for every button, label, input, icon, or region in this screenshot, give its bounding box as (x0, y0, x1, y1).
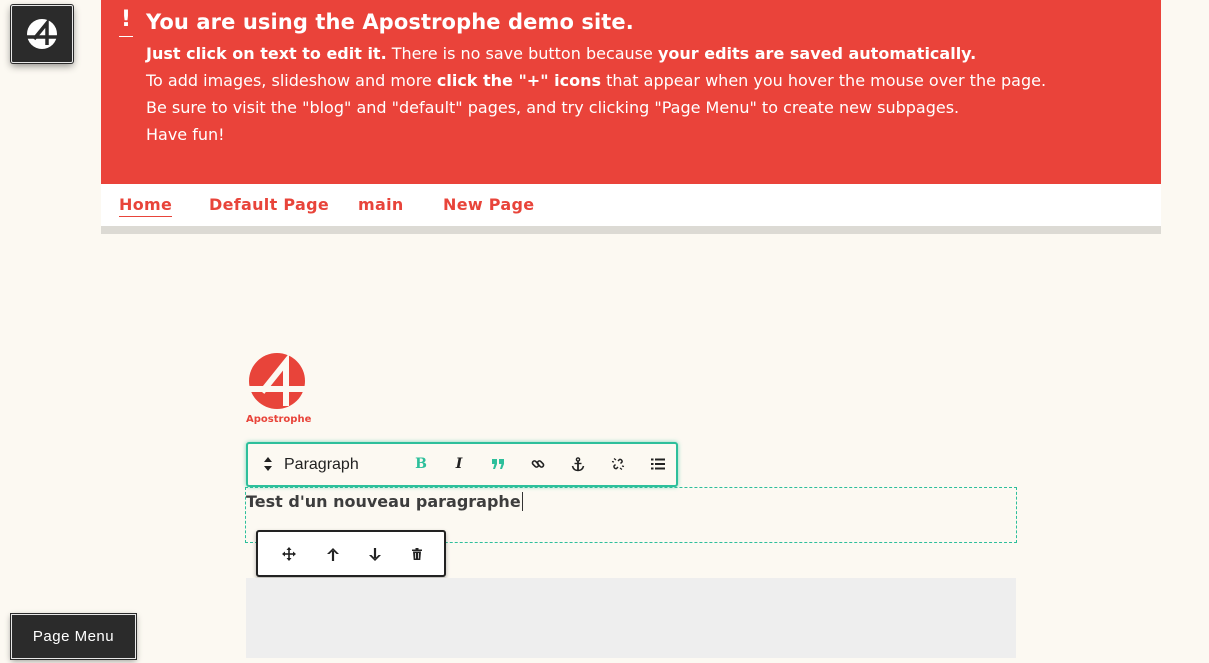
bold-icon: B (415, 456, 427, 472)
logo-text: Apostrophe (246, 414, 312, 425)
paragraph-text[interactable]: Test d'un nouveau paragraphe (246, 492, 523, 511)
demo-banner: ! You are using the Apostrophe demo site… (101, 0, 1161, 184)
link-button[interactable] (526, 452, 550, 476)
bold-button[interactable]: B (409, 452, 433, 476)
arrow-down-icon (369, 547, 381, 561)
banner-line-4: Have fun! (146, 125, 225, 144)
unlink-icon (611, 458, 625, 470)
arrow-up-icon (327, 547, 339, 561)
admin-logo-button[interactable] (11, 5, 73, 63)
move-up-button[interactable] (321, 542, 345, 566)
nav-item-new-page[interactable]: New Page (443, 195, 534, 216)
alert-icon: ! (119, 6, 133, 37)
nav-item-main[interactable]: main (358, 195, 404, 216)
delete-button[interactable] (405, 542, 429, 566)
nav-item-home[interactable]: Home (119, 195, 173, 217)
italic-button[interactable]: I (447, 452, 471, 476)
bullet-list-button[interactable] (646, 452, 670, 476)
banner-text: Just click on text to edit it. There is … (146, 40, 1146, 148)
widget-placeholder-area (246, 578, 1016, 658)
text-caret (521, 492, 523, 511)
banner-line-3: Be sure to visit the "blog" and "default… (146, 98, 960, 117)
sort-icon[interactable] (262, 455, 274, 473)
blockquote-button[interactable] (486, 452, 510, 476)
move-button[interactable] (277, 542, 301, 566)
move-down-button[interactable] (363, 542, 387, 566)
site-logo[interactable]: Apostrophe (246, 352, 312, 430)
apostrophe-logo-icon (249, 353, 306, 409)
nav-item-default-page[interactable]: Default Page (209, 195, 329, 216)
link-icon (531, 460, 545, 468)
anchor-button[interactable] (566, 452, 590, 476)
trash-icon (412, 548, 422, 560)
banner-line-2: To add images, slideshow and more click … (146, 71, 1047, 90)
banner-line-1: Just click on text to edit it. There is … (146, 44, 977, 63)
page-menu-button[interactable]: Page Menu (11, 614, 136, 659)
rich-text-toolbar: Paragraph B I (246, 442, 678, 487)
italic-icon: I (455, 456, 463, 472)
main-nav: Home Default Page main New Page (101, 184, 1161, 234)
anchor-icon (571, 456, 585, 471)
bullet-list-icon (651, 458, 665, 470)
apostrophe-logo-icon (27, 18, 57, 49)
banner-title: You are using the Apostrophe demo site. (146, 10, 634, 34)
blockquote-icon (492, 459, 504, 469)
move-icon (282, 547, 296, 561)
style-select[interactable]: Paragraph (284, 456, 359, 474)
unlink-button[interactable] (606, 452, 630, 476)
widget-controls (256, 530, 446, 577)
